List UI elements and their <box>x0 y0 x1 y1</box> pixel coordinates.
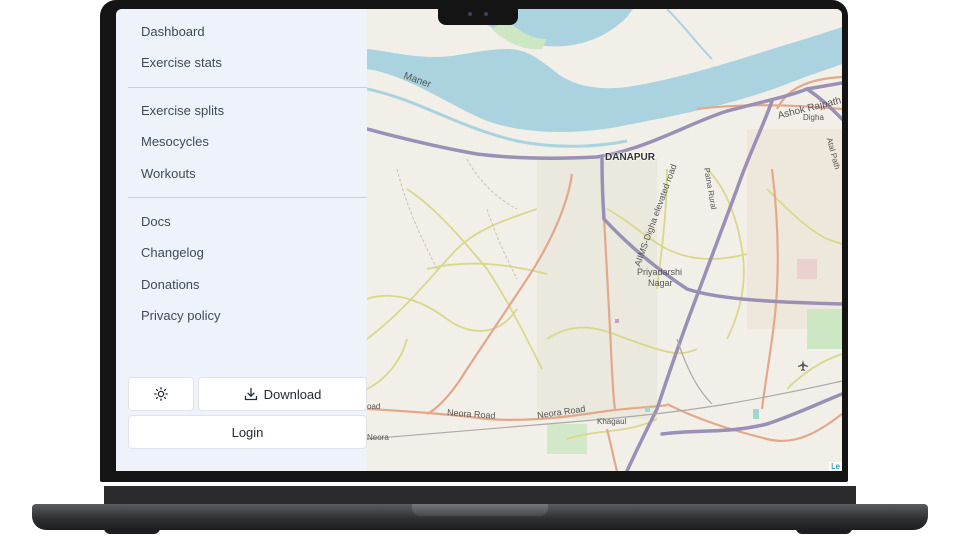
laptop-base <box>32 504 928 530</box>
sidebar-item-changelog[interactable]: Changelog <box>141 242 204 264</box>
laptop-mockup: Dashboard Exercise stats Exercise splits… <box>0 0 960 540</box>
map-label-road: oad <box>367 402 381 411</box>
sidebar-divider <box>128 87 367 88</box>
sidebar-divider <box>128 197 367 198</box>
download-icon <box>244 387 258 401</box>
map-label-neora: Neora <box>367 433 389 442</box>
laptop-hinge <box>104 486 856 504</box>
app-screen: Dashboard Exercise stats Exercise splits… <box>116 9 842 471</box>
sidebar: Dashboard Exercise stats Exercise splits… <box>116 9 367 471</box>
map-label-digha: Digha <box>803 113 824 122</box>
map-label-danapur: DANAPUR <box>605 152 655 163</box>
sidebar-item-mesocycles[interactable]: Mesocycles <box>141 131 209 153</box>
laptop-foot <box>104 528 160 534</box>
map-label-khagaul: Khagaul <box>597 417 627 426</box>
camera-notch <box>438 0 518 25</box>
sidebar-item-exercise-splits[interactable]: Exercise splits <box>141 100 224 122</box>
map-canvas[interactable] <box>367 9 842 471</box>
sidebar-item-donations[interactable]: Donations <box>141 274 200 296</box>
sidebar-item-docs[interactable]: Docs <box>141 211 171 233</box>
camera-dot <box>484 12 488 16</box>
map-label-nagar: Nagar <box>648 278 673 288</box>
laptop-lip <box>412 504 548 516</box>
download-button[interactable]: Download <box>198 377 367 411</box>
camera-dot <box>468 12 472 16</box>
map-attribution-link[interactable]: Le <box>829 462 842 471</box>
map-view[interactable]: DANAPUR Maner Ashok Rajpath Digha Patna … <box>367 9 842 471</box>
sun-icon <box>154 387 168 401</box>
sidebar-item-privacy-policy[interactable]: Privacy policy <box>141 305 220 327</box>
theme-toggle-button[interactable] <box>128 377 194 411</box>
sidebar-item-dashboard[interactable]: Dashboard <box>141 21 205 43</box>
map-label-priyadarshi: Priyadarshi <box>637 267 683 277</box>
sidebar-item-workouts[interactable]: Workouts <box>141 163 196 185</box>
login-button[interactable]: Login <box>128 415 367 449</box>
laptop-foot <box>796 528 852 534</box>
download-button-label: Download <box>263 386 322 402</box>
sidebar-item-exercise-stats[interactable]: Exercise stats <box>141 52 222 74</box>
